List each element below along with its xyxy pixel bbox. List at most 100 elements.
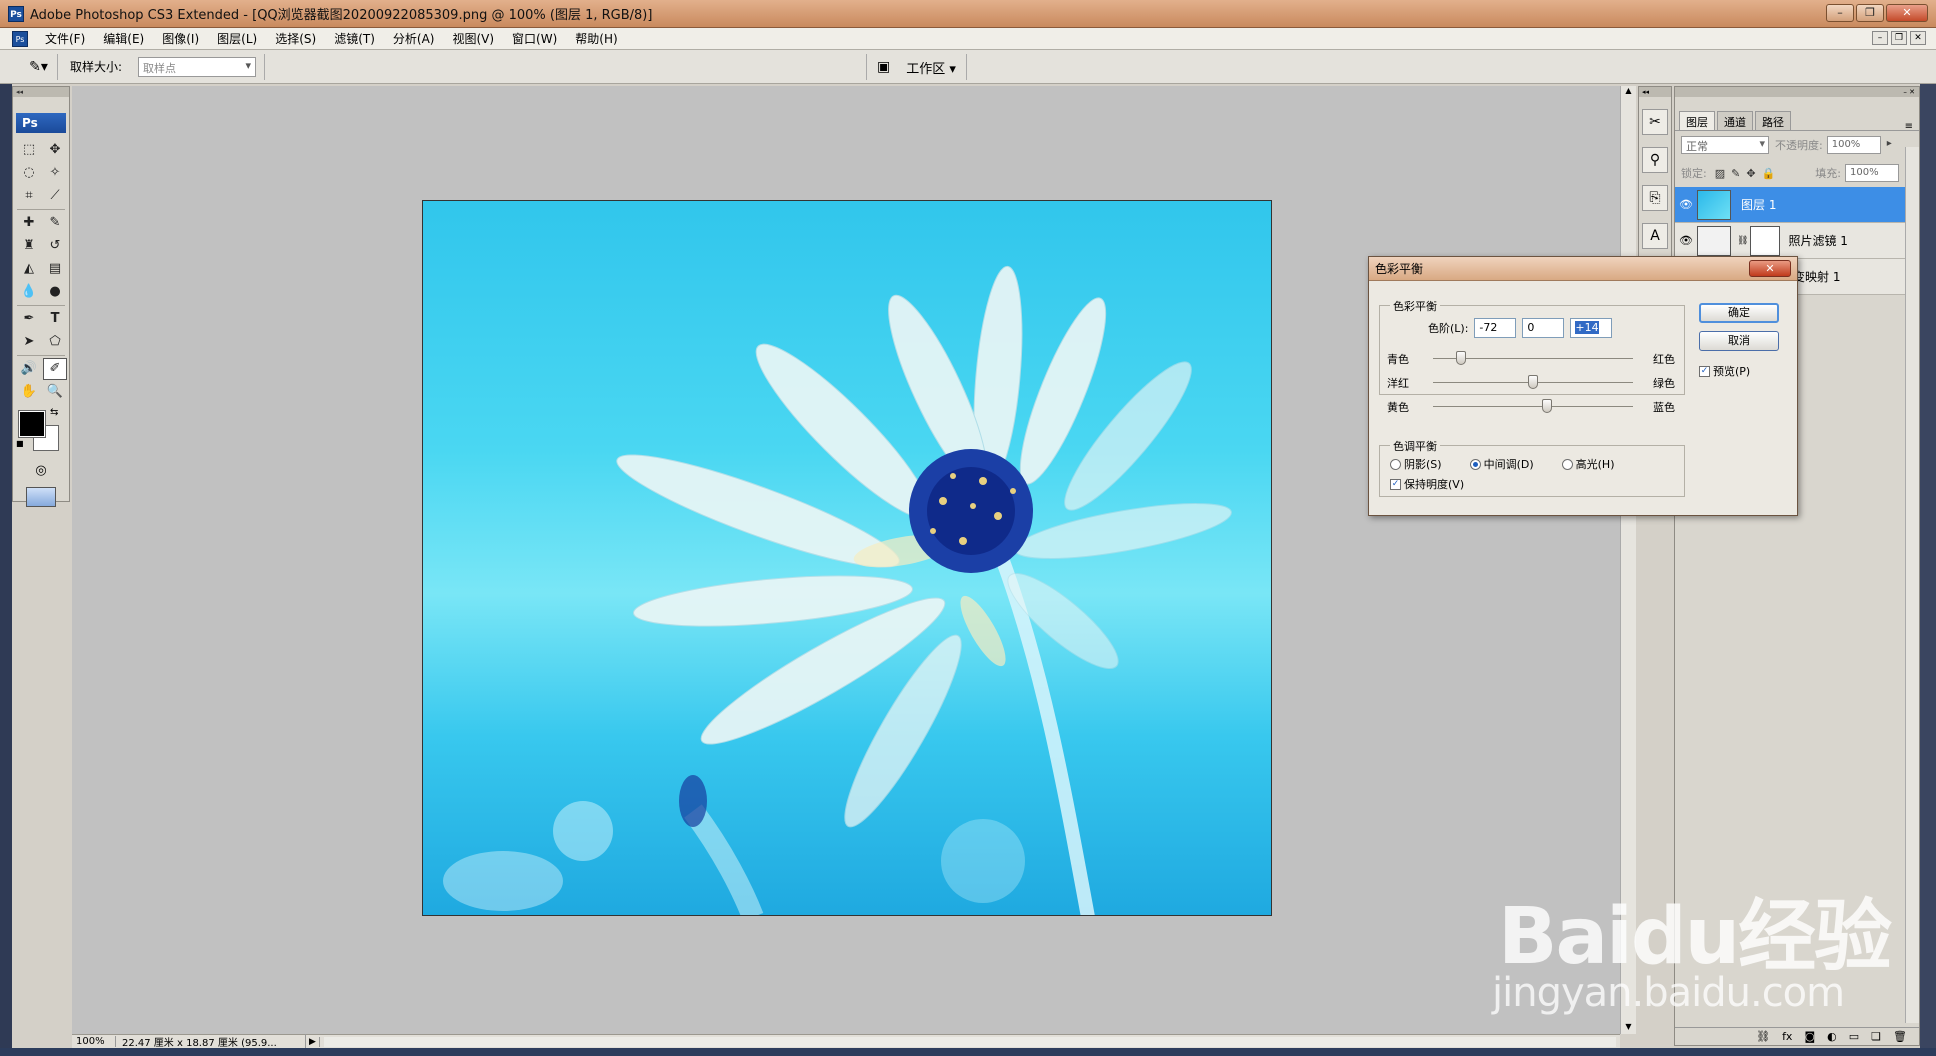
magenta-green-slider[interactable]: 洋红 绿色 <box>1387 373 1675 393</box>
move-tool-icon[interactable]: ✥ <box>43 139 67 161</box>
sample-size-select[interactable]: 取样点 <box>138 56 257 77</box>
eraser-tool-icon[interactable]: ◭ <box>17 258 41 280</box>
screen-mode-icon[interactable] <box>26 487 56 507</box>
panel-collapse-icon[interactable]: ◂◂ <box>1639 87 1671 97</box>
brush-tool-icon[interactable]: ✎ <box>43 212 67 234</box>
pen-tool-icon[interactable]: ✒ <box>17 308 41 330</box>
slice-tool-icon[interactable]: ⟋ <box>43 185 67 207</box>
opacity-field[interactable]: 100% <box>1826 136 1892 154</box>
workspace-icon[interactable]: ▣ <box>877 59 890 75</box>
status-menu-arrow-icon[interactable]: ▶ <box>306 1036 320 1047</box>
workspace-switcher[interactable]: ▣ 工作区 ▾ <box>866 54 967 80</box>
magic-wand-tool-icon[interactable]: ✧ <box>43 162 67 184</box>
zoom-level[interactable]: 100% <box>72 1036 116 1047</box>
eyedropper-tool-icon[interactable]: ✐ <box>43 358 67 380</box>
foreground-color-swatch[interactable] <box>18 410 46 438</box>
zoom-tool-icon[interactable]: 🔍 <box>43 381 67 403</box>
menu-file[interactable]: 文件(F) <box>36 30 94 47</box>
tab-layers[interactable]: 图层 <box>1679 111 1715 130</box>
fill-field[interactable]: 100% <box>1844 164 1910 182</box>
highlights-radio[interactable]: 高光(H) <box>1561 456 1615 472</box>
mask-link-icon[interactable]: ⛓ <box>1737 236 1748 246</box>
tab-channels[interactable]: 通道 <box>1717 111 1753 130</box>
default-colors-icon[interactable]: ■ <box>16 439 24 448</box>
shadows-radio[interactable]: 阴影(S) <box>1390 456 1442 472</box>
magenta-green-level-input[interactable]: 0 <box>1522 318 1565 338</box>
maximize-button[interactable]: ❐ <box>1856 4 1884 22</box>
hand-tool-icon[interactable]: ✋ <box>17 381 41 403</box>
layers-scrollbar[interactable] <box>1905 147 1919 1023</box>
healing-brush-tool-icon[interactable]: ✚ <box>17 212 41 234</box>
menu-edit[interactable]: 编辑(E) <box>94 30 153 47</box>
menu-filter[interactable]: 滤镜(T) <box>325 30 384 47</box>
menu-help[interactable]: 帮助(H) <box>566 30 626 47</box>
canvas-vertical-scrollbar[interactable]: ▲ ▼ <box>1620 86 1636 1034</box>
minimize-button[interactable]: – <box>1826 4 1854 22</box>
midtones-radio[interactable]: 中间调(D) <box>1469 456 1534 472</box>
cancel-button[interactable]: 取消 <box>1699 331 1779 351</box>
close-button[interactable]: ✕ <box>1886 4 1928 22</box>
slider-thumb[interactable] <box>1528 375 1538 389</box>
eyedropper-icon[interactable]: ✎▾ <box>20 53 58 80</box>
path-selection-tool-icon[interactable]: ➤ <box>17 331 41 353</box>
add-mask-icon[interactable]: ◙ <box>1804 1030 1815 1043</box>
delete-layer-icon[interactable]: 🗑 <box>1893 1030 1907 1043</box>
crop-tool-icon[interactable]: ⌗ <box>17 185 41 207</box>
dodge-tool-icon[interactable]: ● <box>43 281 67 303</box>
menu-image[interactable]: 图像(I) <box>153 30 208 47</box>
history-brush-tool-icon[interactable]: ↺ <box>43 235 67 257</box>
lock-all-icon[interactable]: 🔒 <box>1762 167 1776 180</box>
lock-transparency-icon[interactable]: ▨ <box>1715 167 1725 180</box>
ok-button[interactable]: 确定 <box>1699 303 1779 323</box>
document-size-info[interactable]: 22.47 厘米 x 18.87 厘米 (95.9... <box>116 1034 306 1049</box>
menu-analysis[interactable]: 分析(A) <box>384 30 444 47</box>
lock-position-icon[interactable]: ✥ <box>1746 167 1755 180</box>
tab-paths[interactable]: 路径 <box>1755 111 1791 130</box>
scroll-down-icon[interactable]: ▼ <box>1621 1022 1636 1034</box>
shape-tool-icon[interactable]: ⬠ <box>43 331 67 353</box>
visibility-eye-icon[interactable]: 👁 <box>1675 198 1697 211</box>
menu-window[interactable]: 窗口(W) <box>503 30 566 47</box>
menu-layer[interactable]: 图层(L) <box>208 30 266 47</box>
character-icon[interactable]: A <box>1642 223 1668 249</box>
doc-restore-button[interactable]: ❐ <box>1891 31 1907 45</box>
gradient-tool-icon[interactable]: ▤ <box>43 258 67 280</box>
notes-tool-icon[interactable]: 🔊 <box>17 358 41 380</box>
doc-minimize-button[interactable]: – <box>1872 31 1888 45</box>
clone-source-icon[interactable]: ⎘ <box>1642 185 1668 211</box>
panel-collapse-icon[interactable]: ◂◂ <box>13 87 69 97</box>
blend-mode-select[interactable]: 正常 <box>1681 136 1769 154</box>
preview-checkbox[interactable]: ✓ 预览(P) <box>1699 363 1750 379</box>
dialog-close-button[interactable]: ✕ <box>1749 260 1791 277</box>
yellow-blue-slider[interactable]: 黄色 蓝色 <box>1387 397 1675 417</box>
slider-thumb[interactable] <box>1542 399 1552 413</box>
slider-thumb[interactable] <box>1456 351 1466 365</box>
panel-menu-icon[interactable]: ≡ <box>1905 121 1913 132</box>
quick-mask-icon[interactable]: ◎ <box>29 463 53 481</box>
lock-image-icon[interactable]: ✎ <box>1731 167 1740 180</box>
visibility-eye-icon[interactable]: 👁 <box>1675 234 1697 247</box>
cyan-red-slider[interactable]: 青色 红色 <box>1387 349 1675 369</box>
type-tool-icon[interactable]: T <box>43 308 67 330</box>
scroll-up-icon[interactable]: ▲ <box>1621 86 1636 98</box>
menu-view[interactable]: 视图(V) <box>443 30 503 47</box>
ps-logo[interactable]: Ps <box>16 113 66 133</box>
brushes-icon[interactable]: ⚲ <box>1642 147 1668 173</box>
link-layers-icon[interactable]: ⛓ <box>1756 1030 1770 1043</box>
document-icon[interactable]: Ps <box>12 30 28 47</box>
panel-close-icon[interactable]: – ✕ <box>1675 87 1919 97</box>
clone-stamp-tool-icon[interactable]: ♜ <box>17 235 41 257</box>
document-image[interactable] <box>422 200 1272 916</box>
layer-row[interactable]: 👁 ⛓ 照片滤镜 1 <box>1675 223 1919 259</box>
lasso-tool-icon[interactable]: ◌ <box>17 162 41 184</box>
layer-style-icon[interactable]: fx <box>1782 1030 1792 1043</box>
new-adjustment-icon[interactable]: ◐ <box>1827 1030 1837 1043</box>
new-layer-icon[interactable]: ❏ <box>1871 1030 1881 1043</box>
tool-presets-icon[interactable]: ✂ <box>1642 109 1668 135</box>
preserve-luminosity-checkbox[interactable]: ✓ 保持明度(V) <box>1390 476 1464 492</box>
blur-tool-icon[interactable]: 💧 <box>17 281 41 303</box>
yellow-blue-level-input[interactable]: +14 <box>1570 318 1613 338</box>
new-group-icon[interactable]: ▭ <box>1849 1030 1859 1043</box>
marquee-tool-icon[interactable]: ⬚ <box>17 139 41 161</box>
doc-close-button[interactable]: ✕ <box>1910 31 1926 45</box>
